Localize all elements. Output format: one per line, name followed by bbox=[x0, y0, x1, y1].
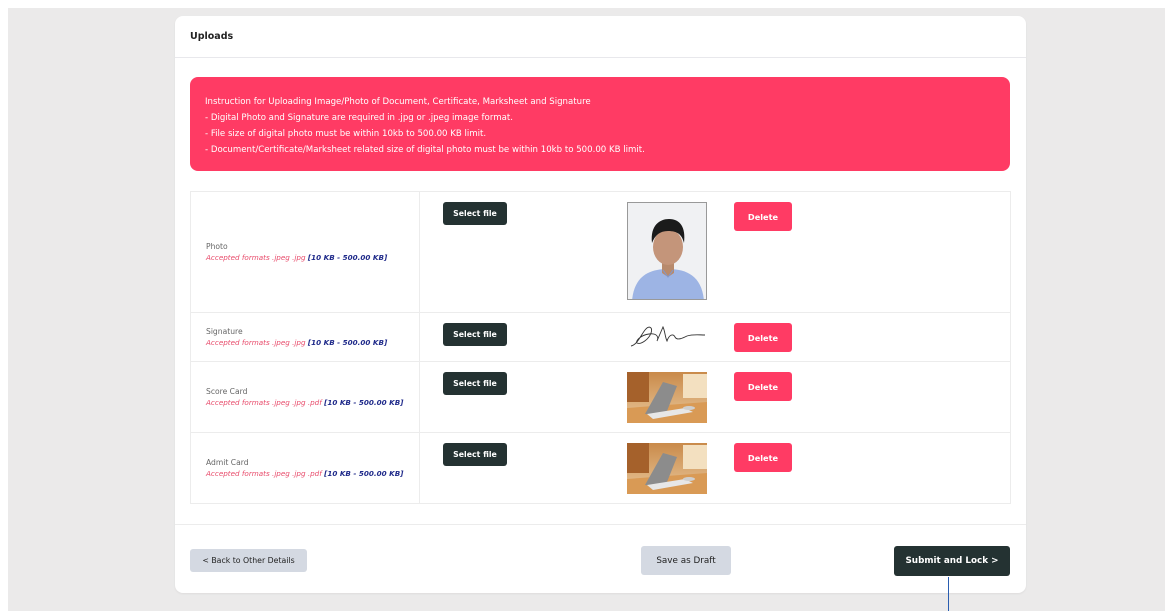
select-file-button-signature[interactable]: Select file bbox=[443, 323, 507, 346]
instruction-line: - Document/Certificate/Marksheet related… bbox=[205, 145, 645, 155]
upload-action-cell: Select file Delete bbox=[419, 191, 1011, 313]
pointer-line bbox=[948, 577, 949, 611]
photo-preview-image bbox=[627, 202, 707, 300]
upload-label-cell: Photo Accepted formats .jpeg .jpg [10 KB… bbox=[190, 191, 420, 313]
uploads-card: Uploads Instruction for Uploading Image/… bbox=[175, 16, 1026, 593]
select-file-button-score-card[interactable]: Select file bbox=[443, 372, 507, 395]
document-name: Admit Card bbox=[206, 458, 249, 467]
card-title: Uploads bbox=[190, 31, 234, 42]
instruction-line: - Digital Photo and Signature are requir… bbox=[205, 113, 513, 123]
upload-label-cell: Score Card Accepted formats .jpeg .jpg .… bbox=[190, 361, 420, 433]
upload-label-cell: Admit Card Accepted formats .jpeg .jpg .… bbox=[190, 432, 420, 504]
upload-row-score-card: Score Card Accepted formats .jpeg .jpg .… bbox=[190, 361, 1011, 433]
upload-action-cell: Select file Delete bbox=[419, 361, 1011, 433]
document-name: Signature bbox=[206, 327, 243, 336]
instructions-alert: Instruction for Uploading Image/Photo of… bbox=[190, 77, 1010, 171]
size-range: [10 KB - 500.00 KB] bbox=[324, 469, 404, 478]
save-as-draft-button[interactable]: Save as Draft bbox=[641, 546, 731, 575]
accepted-formats: Accepted formats .jpeg .jpg [10 KB - 500… bbox=[206, 338, 419, 347]
document-name: Photo bbox=[206, 242, 228, 251]
signature-preview-image bbox=[627, 321, 707, 351]
upload-row-photo: Photo Accepted formats .jpeg .jpg [10 KB… bbox=[190, 191, 1011, 313]
instruction-line: - File size of digital photo must be wit… bbox=[205, 129, 487, 139]
upload-row-admit-card: Admit Card Accepted formats .jpeg .jpg .… bbox=[190, 432, 1011, 504]
score-card-preview-image bbox=[627, 372, 707, 423]
size-range: [10 KB - 500.00 KB] bbox=[307, 338, 388, 347]
card-header: Uploads bbox=[175, 16, 1026, 58]
select-file-button-photo[interactable]: Select file bbox=[443, 202, 507, 225]
submit-and-lock-button[interactable]: Submit and Lock > bbox=[894, 546, 1010, 576]
desk-photo-icon bbox=[627, 443, 707, 494]
accepted-formats: Accepted formats .jpeg .jpg [10 KB - 500… bbox=[206, 253, 419, 262]
select-file-button-admit-card[interactable]: Select file bbox=[443, 443, 507, 466]
desk-photo-icon bbox=[627, 372, 707, 423]
accepted-formats: Accepted formats .jpeg .jpg .pdf [10 KB … bbox=[206, 469, 419, 478]
accepted-formats: Accepted formats .jpeg .jpg .pdf [10 KB … bbox=[206, 398, 419, 407]
formats-text: Accepted formats .jpeg .jpg .pdf bbox=[206, 398, 325, 407]
instructions-heading: Instruction for Uploading Image/Photo of… bbox=[205, 97, 591, 107]
formats-text: Accepted formats .jpeg .jpg .pdf bbox=[206, 469, 325, 478]
delete-button-admit-card[interactable]: Delete bbox=[734, 443, 792, 472]
uploads-table: Photo Accepted formats .jpeg .jpg [10 KB… bbox=[190, 191, 1011, 504]
card-footer: < Back to Other Details Save as Draft Su… bbox=[175, 524, 1026, 593]
formats-text: Accepted formats .jpeg .jpg bbox=[206, 338, 308, 347]
signature-icon bbox=[630, 325, 706, 347]
upload-row-signature: Signature Accepted formats .jpeg .jpg [1… bbox=[190, 312, 1011, 362]
upload-action-cell: Select file Delete bbox=[419, 312, 1011, 362]
back-to-other-details-button[interactable]: < Back to Other Details bbox=[190, 549, 307, 572]
formats-text: Accepted formats .jpeg .jpg bbox=[206, 253, 308, 262]
size-range: [10 KB - 500.00 KB] bbox=[307, 253, 388, 262]
document-name: Score Card bbox=[206, 387, 248, 396]
upload-action-cell: Select file Delete bbox=[419, 432, 1011, 504]
delete-button-score-card[interactable]: Delete bbox=[734, 372, 792, 401]
delete-button-signature[interactable]: Delete bbox=[734, 323, 792, 352]
upload-label-cell: Signature Accepted formats .jpeg .jpg [1… bbox=[190, 312, 420, 362]
admit-card-preview-image bbox=[627, 443, 707, 494]
delete-button-photo[interactable]: Delete bbox=[734, 202, 792, 231]
passport-photo-icon bbox=[628, 203, 706, 299]
size-range: [10 KB - 500.00 KB] bbox=[324, 398, 404, 407]
